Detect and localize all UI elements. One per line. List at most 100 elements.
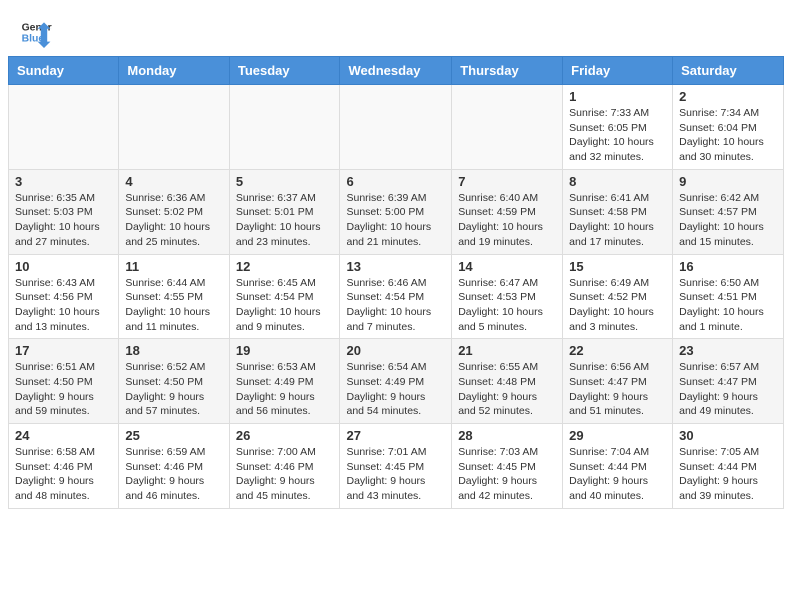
weekday-thursday: Thursday — [452, 57, 563, 85]
day-info: Sunrise: 6:35 AM Sunset: 5:03 PM Dayligh… — [15, 191, 112, 250]
calendar-cell: 30Sunrise: 7:05 AM Sunset: 4:44 PM Dayli… — [673, 424, 784, 509]
day-info: Sunrise: 6:36 AM Sunset: 5:02 PM Dayligh… — [125, 191, 222, 250]
day-number: 9 — [679, 174, 777, 189]
calendar-cell: 19 Sunrise: 6:53 AM Sunset: 4:49 PM Dayli… — [229, 339, 340, 424]
day-number: 11 — [125, 259, 222, 274]
calendar-cell: 8 Sunrise: 6:41 AM Sunset: 4:58 PM Daylig… — [563, 169, 673, 254]
day-info: Sunrise: 6:53 AM Sunset: 4:49 PM Dayligh… — [236, 360, 334, 419]
calendar-cell: 10 Sunrise: 6:43 AM Sunset: 4:56 PM Dayli… — [9, 254, 119, 339]
week-row-4: 17 Sunrise: 6:51 AM Sunset: 4:50 PM Dayli… — [9, 339, 784, 424]
day-number: 28 — [458, 428, 556, 443]
week-row-3: 10 Sunrise: 6:43 AM Sunset: 4:56 PM Dayli… — [9, 254, 784, 339]
day-info: Sunrise: 6:59 AM Sunset: 4:46 PM Dayligh… — [125, 445, 222, 504]
logo: General Blue — [20, 16, 56, 48]
day-number: 19 — [236, 343, 334, 358]
day-number: 23 — [679, 343, 777, 358]
day-number: 7 — [458, 174, 556, 189]
day-number: 16 — [679, 259, 777, 274]
day-info: Sunrise: 6:41 AM Sunset: 4:58 PM Dayligh… — [569, 191, 666, 250]
calendar-cell: 23 Sunrise: 6:57 AM Sunset: 4:47 PM Dayli… — [673, 339, 784, 424]
day-number: 18 — [125, 343, 222, 358]
day-number: 17 — [15, 343, 112, 358]
logo-icon: General Blue — [20, 16, 52, 48]
day-number: 15 — [569, 259, 666, 274]
calendar-cell: 15 Sunrise: 6:49 AM Sunset: 4:52 PM Dayli… — [563, 254, 673, 339]
calendar-cell: 7 Sunrise: 6:40 AM Sunset: 4:59 PM Daylig… — [452, 169, 563, 254]
day-number: 5 — [236, 174, 334, 189]
weekday-monday: Monday — [119, 57, 229, 85]
calendar-wrap: SundayMondayTuesdayWednesdayThursdayFrid… — [0, 56, 792, 517]
calendar-cell — [9, 85, 119, 170]
calendar-cell: 12 Sunrise: 6:45 AM Sunset: 4:54 PM Dayli… — [229, 254, 340, 339]
week-row-1: 1Sunrise: 7:33 AM Sunset: 6:05 PM Daylig… — [9, 85, 784, 170]
day-info: Sunrise: 6:47 AM Sunset: 4:53 PM Dayligh… — [458, 276, 556, 335]
calendar-cell — [229, 85, 340, 170]
day-info: Sunrise: 6:37 AM Sunset: 5:01 PM Dayligh… — [236, 191, 334, 250]
day-info: Sunrise: 7:01 AM Sunset: 4:45 PM Dayligh… — [346, 445, 445, 504]
day-number: 8 — [569, 174, 666, 189]
calendar-cell: 21 Sunrise: 6:55 AM Sunset: 4:48 PM Dayli… — [452, 339, 563, 424]
calendar-cell: 5 Sunrise: 6:37 AM Sunset: 5:01 PM Daylig… — [229, 169, 340, 254]
day-number: 22 — [569, 343, 666, 358]
calendar-cell: 13Sunrise: 6:46 AM Sunset: 4:54 PM Dayli… — [340, 254, 452, 339]
calendar-cell: 22 Sunrise: 6:56 AM Sunset: 4:47 PM Dayli… — [563, 339, 673, 424]
page-header: General Blue — [0, 0, 792, 56]
calendar-cell: 11 Sunrise: 6:44 AM Sunset: 4:55 PM Dayli… — [119, 254, 229, 339]
day-number: 21 — [458, 343, 556, 358]
calendar-cell: 1Sunrise: 7:33 AM Sunset: 6:05 PM Daylig… — [563, 85, 673, 170]
calendar-cell: 26Sunrise: 7:00 AM Sunset: 4:46 PM Dayli… — [229, 424, 340, 509]
weekday-saturday: Saturday — [673, 57, 784, 85]
calendar-cell: 27Sunrise: 7:01 AM Sunset: 4:45 PM Dayli… — [340, 424, 452, 509]
day-info: Sunrise: 6:49 AM Sunset: 4:52 PM Dayligh… — [569, 276, 666, 335]
day-info: Sunrise: 6:54 AM Sunset: 4:49 PM Dayligh… — [346, 360, 445, 419]
weekday-wednesday: Wednesday — [340, 57, 452, 85]
calendar-cell — [340, 85, 452, 170]
day-info: Sunrise: 6:46 AM Sunset: 4:54 PM Dayligh… — [346, 276, 445, 335]
day-info: Sunrise: 6:58 AM Sunset: 4:46 PM Dayligh… — [15, 445, 112, 504]
day-number: 1 — [569, 89, 666, 104]
day-info: Sunrise: 7:03 AM Sunset: 4:45 PM Dayligh… — [458, 445, 556, 504]
day-number: 30 — [679, 428, 777, 443]
day-info: Sunrise: 7:00 AM Sunset: 4:46 PM Dayligh… — [236, 445, 334, 504]
day-info: Sunrise: 6:44 AM Sunset: 4:55 PM Dayligh… — [125, 276, 222, 335]
weekday-sunday: Sunday — [9, 57, 119, 85]
calendar-cell — [119, 85, 229, 170]
day-info: Sunrise: 6:51 AM Sunset: 4:50 PM Dayligh… — [15, 360, 112, 419]
calendar-cell: 16 Sunrise: 6:50 AM Sunset: 4:51 PM Dayli… — [673, 254, 784, 339]
calendar-table: SundayMondayTuesdayWednesdayThursdayFrid… — [8, 56, 784, 509]
week-row-5: 24Sunrise: 6:58 AM Sunset: 4:46 PM Dayli… — [9, 424, 784, 509]
day-number: 3 — [15, 174, 112, 189]
day-info: Sunrise: 6:42 AM Sunset: 4:57 PM Dayligh… — [679, 191, 777, 250]
week-row-2: 3 Sunrise: 6:35 AM Sunset: 5:03 PM Daylig… — [9, 169, 784, 254]
calendar-cell: 18 Sunrise: 6:52 AM Sunset: 4:50 PM Dayli… — [119, 339, 229, 424]
day-info: Sunrise: 6:50 AM Sunset: 4:51 PM Dayligh… — [679, 276, 777, 335]
day-number: 10 — [15, 259, 112, 274]
day-number: 2 — [679, 89, 777, 104]
day-number: 6 — [346, 174, 445, 189]
calendar-cell: 6 Sunrise: 6:39 AM Sunset: 5:00 PM Daylig… — [340, 169, 452, 254]
day-info: Sunrise: 7:04 AM Sunset: 4:44 PM Dayligh… — [569, 445, 666, 504]
day-info: Sunrise: 6:57 AM Sunset: 4:47 PM Dayligh… — [679, 360, 777, 419]
day-number: 14 — [458, 259, 556, 274]
day-number: 25 — [125, 428, 222, 443]
calendar-cell: 4Sunrise: 6:36 AM Sunset: 5:02 PM Daylig… — [119, 169, 229, 254]
day-info: Sunrise: 6:39 AM Sunset: 5:00 PM Dayligh… — [346, 191, 445, 250]
day-info: Sunrise: 6:45 AM Sunset: 4:54 PM Dayligh… — [236, 276, 334, 335]
day-info: Sunrise: 6:43 AM Sunset: 4:56 PM Dayligh… — [15, 276, 112, 335]
calendar-cell: 29 Sunrise: 7:04 AM Sunset: 4:44 PM Dayli… — [563, 424, 673, 509]
weekday-friday: Friday — [563, 57, 673, 85]
calendar-cell: 24Sunrise: 6:58 AM Sunset: 4:46 PM Dayli… — [9, 424, 119, 509]
day-number: 29 — [569, 428, 666, 443]
calendar-cell: 20Sunrise: 6:54 AM Sunset: 4:49 PM Dayli… — [340, 339, 452, 424]
day-info: Sunrise: 6:56 AM Sunset: 4:47 PM Dayligh… — [569, 360, 666, 419]
day-number: 12 — [236, 259, 334, 274]
calendar-cell — [452, 85, 563, 170]
day-info: Sunrise: 6:40 AM Sunset: 4:59 PM Dayligh… — [458, 191, 556, 250]
calendar-cell: 17 Sunrise: 6:51 AM Sunset: 4:50 PM Dayli… — [9, 339, 119, 424]
day-info: Sunrise: 6:52 AM Sunset: 4:50 PM Dayligh… — [125, 360, 222, 419]
day-info: Sunrise: 6:55 AM Sunset: 4:48 PM Dayligh… — [458, 360, 556, 419]
calendar-cell: 14 Sunrise: 6:47 AM Sunset: 4:53 PM Dayli… — [452, 254, 563, 339]
calendar-cell: 2 Sunrise: 7:34 AM Sunset: 6:04 PM Daylig… — [673, 85, 784, 170]
day-info: Sunrise: 7:34 AM Sunset: 6:04 PM Dayligh… — [679, 106, 777, 165]
calendar-body: 1Sunrise: 7:33 AM Sunset: 6:05 PM Daylig… — [9, 85, 784, 509]
